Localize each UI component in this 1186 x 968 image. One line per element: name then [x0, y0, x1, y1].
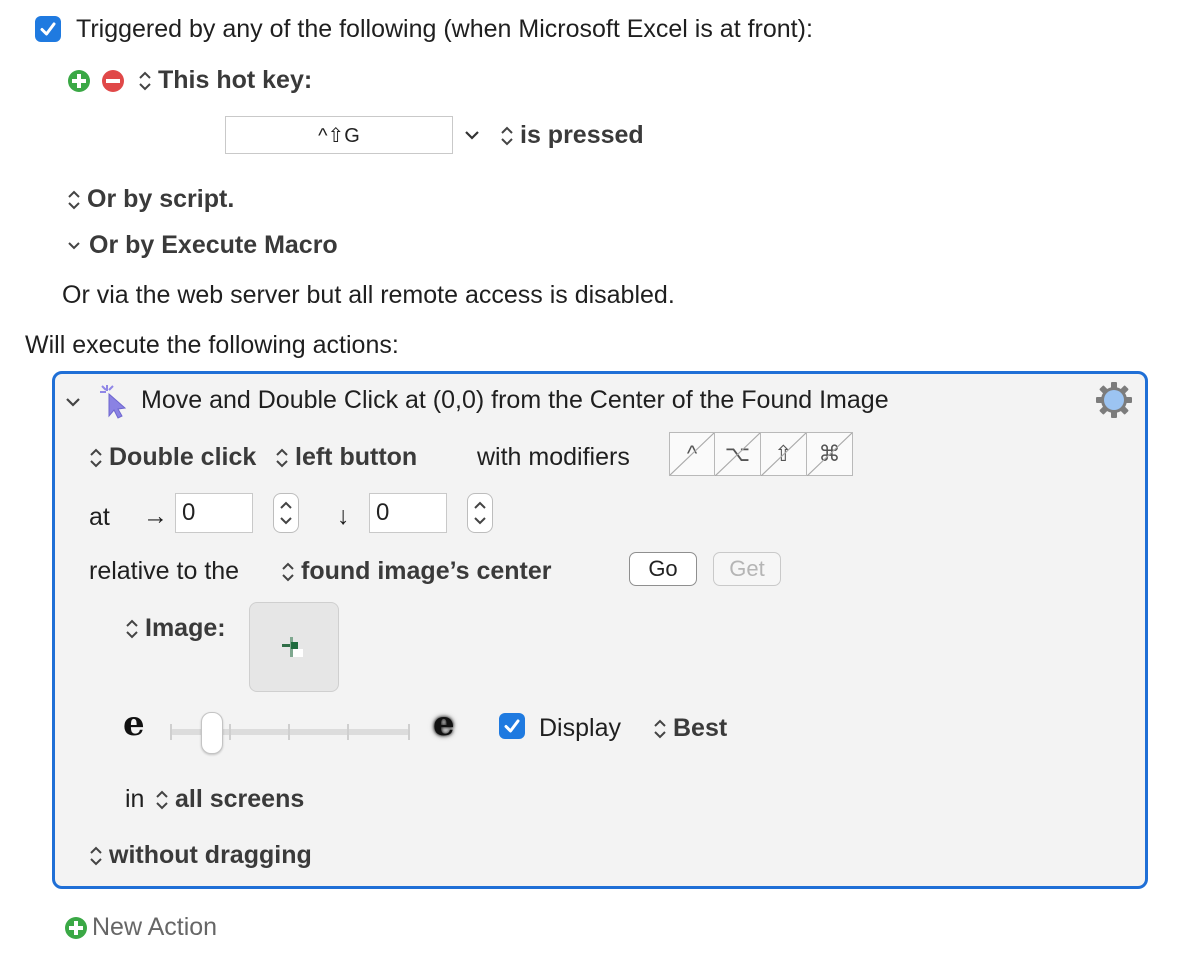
hotkey-trigger-selector[interactable]: This hot key: — [138, 66, 312, 95]
image-source-selector[interactable]: Image: — [125, 614, 226, 643]
with-modifiers-label: with modifiers — [477, 443, 630, 471]
by-execute-macro-disclosure[interactable]: Or by Execute Macro — [67, 231, 338, 260]
remove-trigger-icon[interactable] — [101, 69, 125, 93]
display-checkbox[interactable] — [499, 713, 525, 739]
modifier-keys: ^ ⌥ ⇧ ⌘ — [669, 432, 853, 477]
updown-icon — [90, 846, 102, 865]
image-well[interactable] — [249, 602, 339, 692]
web-server-note: Or via the web server but all remote acc… — [62, 281, 675, 309]
disabled-slash-icon — [761, 433, 806, 477]
disabled-slash-icon — [807, 433, 852, 477]
updown-icon — [156, 790, 168, 809]
updown-icon — [90, 448, 102, 467]
hotkey-label: This hot key: — [158, 66, 313, 94]
relative-to-selector[interactable]: found image’s center — [281, 557, 552, 586]
screens-selector[interactable]: all screens — [155, 785, 304, 814]
new-action-label: New Action — [92, 913, 218, 941]
go-button[interactable]: Go — [629, 552, 697, 586]
chevron-down-icon — [68, 241, 80, 249]
hotkey-state-label: is pressed — [520, 121, 644, 149]
screens-label: all screens — [175, 785, 305, 813]
found-image-thumbnail — [282, 637, 303, 657]
updown-icon — [282, 562, 294, 581]
x-offset-field[interactable]: 0 — [175, 493, 253, 533]
add-trigger-icon[interactable] — [67, 69, 91, 93]
updown-icon — [139, 71, 151, 90]
mouse-button-selector[interactable]: left button — [275, 443, 417, 472]
hotkey-state-selector[interactable]: is pressed — [500, 121, 644, 150]
down-arrow-icon: ↓ — [337, 502, 350, 530]
click-type-selector[interactable]: Double click — [89, 443, 256, 472]
disabled-slash-icon — [670, 433, 714, 476]
by-execute-macro-label: Or by Execute Macro — [89, 231, 338, 259]
in-label: in — [125, 785, 145, 813]
fuzziness-slider[interactable] — [170, 712, 410, 754]
fuzziness-slider-knob[interactable] — [200, 712, 223, 754]
y-offset-stepper[interactable] — [467, 493, 493, 533]
updown-icon — [654, 719, 666, 738]
fuzz-high-glyph: e — [433, 704, 455, 744]
updown-icon — [126, 619, 138, 638]
hotkey-field[interactable]: ^⇧G — [225, 116, 453, 154]
checkmark-icon — [504, 719, 520, 733]
collapse-chevron-icon[interactable] — [65, 395, 81, 407]
shift-modifier-button[interactable]: ⇧ — [761, 432, 807, 477]
x-offset-stepper[interactable] — [273, 493, 299, 533]
actions-header: Will execute the following actions: — [25, 331, 399, 359]
relative-to-label: found image’s center — [301, 557, 552, 585]
y-offset-field[interactable]: 0 — [369, 493, 447, 533]
fuzz-low-glyph: e — [123, 704, 145, 744]
click-type-label: Double click — [109, 443, 257, 471]
by-script-disclosure[interactable]: Or by script. — [67, 185, 234, 214]
display-label: Display — [539, 714, 621, 742]
at-label: at — [89, 503, 110, 531]
cursor-click-icon — [97, 382, 131, 420]
trigger-enabled-checkbox[interactable] — [35, 16, 61, 42]
image-label: Image: — [145, 614, 226, 642]
right-arrow-icon: → — [143, 502, 168, 530]
disabled-slash-icon — [715, 433, 760, 477]
updown-icon — [501, 126, 513, 145]
add-icon — [65, 916, 87, 939]
stepper-arrows-icon — [280, 501, 292, 525]
command-modifier-button[interactable]: ⌘ — [807, 432, 853, 477]
display-quality-selector[interactable]: Best — [653, 714, 727, 743]
get-button[interactable]: Get — [713, 552, 781, 586]
dragging-label: without dragging — [109, 841, 312, 869]
stepper-arrows-icon — [474, 501, 486, 525]
display-quality-label: Best — [673, 714, 728, 742]
updown-icon — [68, 190, 80, 209]
chevron-down-icon[interactable] — [464, 128, 480, 140]
new-action-button[interactable]: New Action — [64, 913, 217, 942]
mouse-button-label: left button — [295, 443, 418, 471]
control-modifier-button[interactable]: ^ — [669, 432, 715, 476]
gear-icon[interactable] — [1095, 381, 1133, 419]
option-modifier-button[interactable]: ⌥ — [715, 432, 761, 477]
trigger-header: Triggered by any of the following (when … — [76, 15, 813, 43]
by-script-label: Or by script. — [87, 185, 235, 213]
relative-label: relative to the — [89, 557, 240, 585]
action-panel[interactable]: Move and Double Click at (0,0) from the … — [52, 371, 1148, 889]
checkmark-icon — [40, 22, 56, 36]
dragging-selector[interactable]: without dragging — [89, 841, 312, 870]
updown-icon — [276, 448, 288, 467]
action-title: Move and Double Click at (0,0) from the … — [141, 386, 889, 414]
